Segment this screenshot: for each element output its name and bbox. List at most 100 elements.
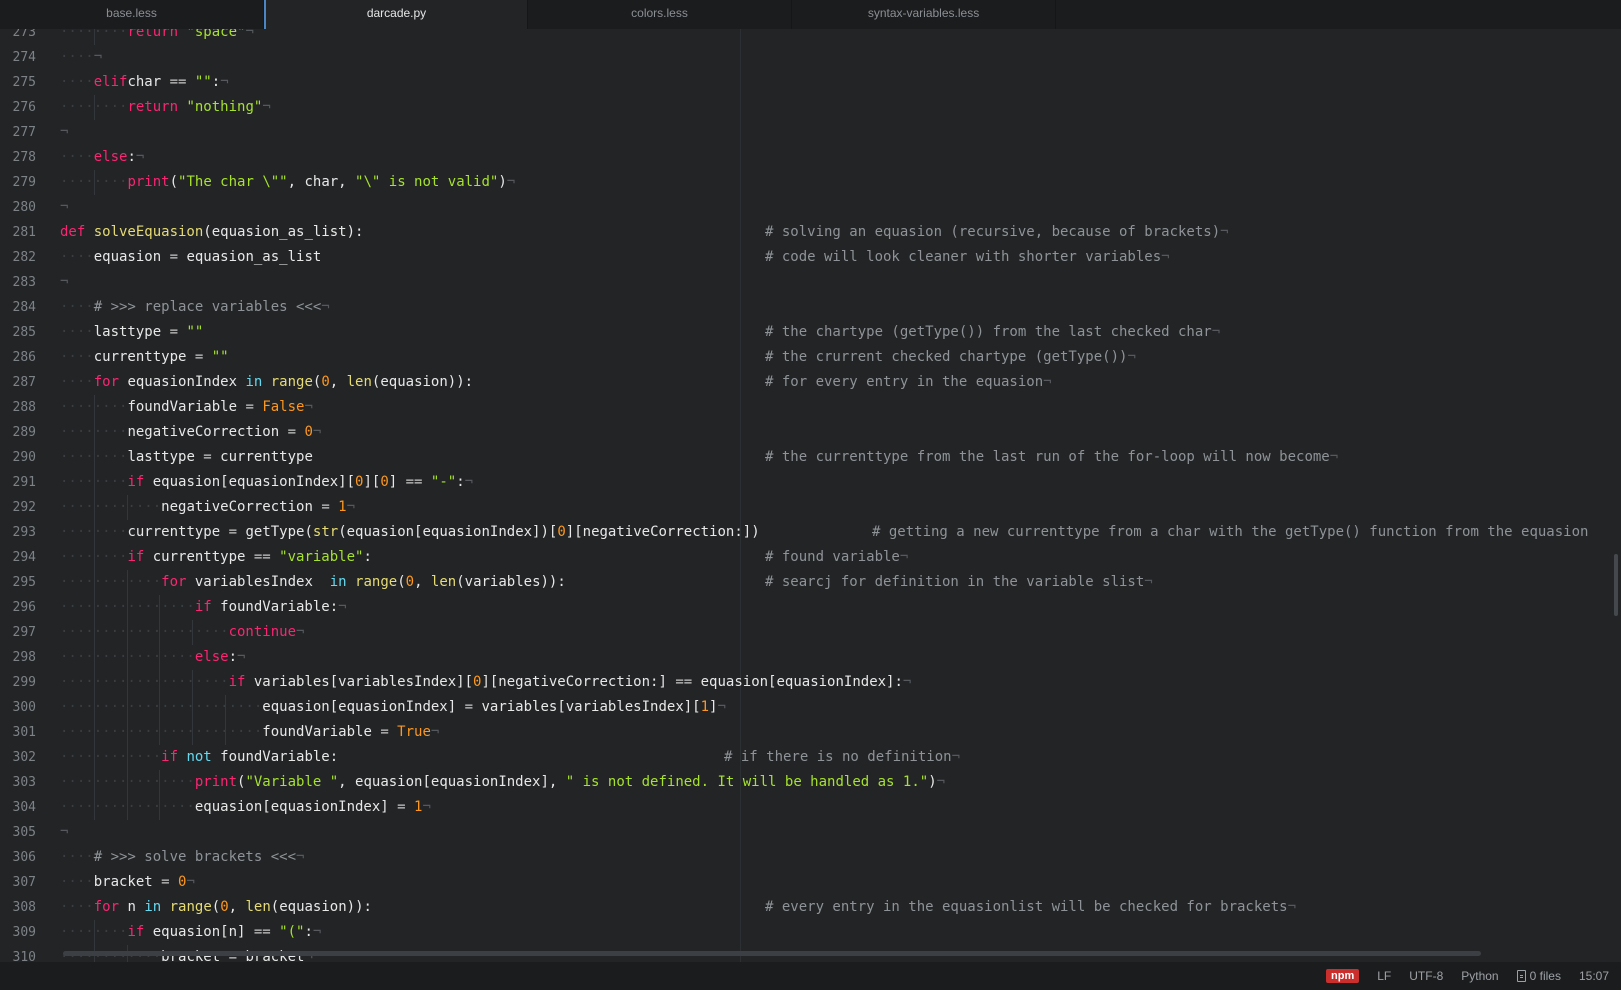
code-line[interactable]: 298 ················else:¬ <box>0 645 1621 670</box>
indent-dots: ···· <box>60 299 94 315</box>
code-line[interactable]: 280 ¬ <box>0 195 1621 220</box>
vertical-scrollbar[interactable] <box>1614 554 1618 616</box>
code-line[interactable]: 295 ············for variablesIndex in ran… <box>0 570 1621 595</box>
code-token: = <box>464 699 474 715</box>
npm-badge[interactable]: npm <box>1326 969 1360 983</box>
tab-syntax-variables-less[interactable]: syntax-variables.less <box>792 0 1056 29</box>
line-number: 287 <box>12 375 36 390</box>
line-number: 292 <box>12 500 36 515</box>
code-text: ····bracket = 0¬ <box>60 870 195 895</box>
line-number: 282 <box>12 250 36 265</box>
indent-dots: ········ <box>60 524 128 540</box>
code-line[interactable]: 307 ····bracket = 0¬ <box>0 870 1621 895</box>
code-text: ····equasion = equasion_as_list <box>60 245 321 270</box>
code-line[interactable]: 284 ····# >>> replace variables <<<¬ <box>0 295 1621 320</box>
indent-dots: ········ <box>60 474 128 490</box>
code-line[interactable]: 309 ········if equasion[n] == "(":¬ <box>0 920 1621 945</box>
indent-dots: ········ <box>60 924 128 940</box>
line-number: 288 <box>12 400 36 415</box>
code-line[interactable]: 296 ················if foundVariable:¬ <box>0 595 1621 620</box>
inline-comment: # the chartype (getType()) from the last… <box>765 320 1220 345</box>
code-line[interactable]: 291 ········if equasion[equasionIndex][0]… <box>0 470 1621 495</box>
code-text: ········foundVariable = False¬ <box>60 395 313 420</box>
code-token: (equasion)): <box>270 899 372 915</box>
code-line[interactable]: 306 ····# >>> solve brackets <<<¬ <box>0 845 1621 870</box>
comment-text: # found variable <box>765 549 900 565</box>
code-token: ( <box>211 899 221 915</box>
code-line[interactable]: 294 ········if currenttype == "variable":… <box>0 545 1621 570</box>
eol-marker: ¬ <box>1287 899 1297 915</box>
code-token: "" <box>203 349 229 365</box>
tab-darcade-py[interactable]: darcade.py <box>264 0 528 29</box>
code-token: = <box>203 449 212 465</box>
code-line[interactable]: 303 ················print("Variable ", eq… <box>0 770 1621 795</box>
eol-marker: ¬ <box>321 299 330 315</box>
code-text: ············for variablesIndex in range(… <box>60 570 566 595</box>
file-count[interactable]: 0 files <box>1516 969 1561 983</box>
tab-colors-less[interactable]: colors.less <box>528 0 792 29</box>
eol-marker: ¬ <box>304 399 313 415</box>
eol-marker: ¬ <box>464 474 474 490</box>
code-line[interactable]: 278 ····else:¬ <box>0 145 1621 170</box>
code-token: "-" <box>422 474 457 490</box>
code-line[interactable]: 285 ····lasttype = "" # the chartype (getT… <box>0 320 1621 345</box>
code-token: n <box>119 899 145 915</box>
code-line[interactable]: 305 ¬ <box>0 820 1621 845</box>
code-line[interactable]: 302 ············if not foundVariable: # if… <box>0 745 1621 770</box>
code-line[interactable]: 288 ········foundVariable = False¬ <box>0 395 1621 420</box>
code-line[interactable]: 286 ····currenttype = "" # the crurrent ch… <box>0 345 1621 370</box>
encoding-indicator[interactable]: UTF-8 <box>1409 969 1443 983</box>
code-line[interactable]: 276 ········return "nothing"¬ <box>0 95 1621 120</box>
code-line[interactable]: 293 ········currenttype = getType(str(equ… <box>0 520 1621 545</box>
indent-dots: ················ <box>60 649 195 665</box>
code-text: ····for n in range(0, len(equasion)): <box>60 895 372 920</box>
code-token: currenttype <box>211 449 313 465</box>
code-token: = <box>321 499 330 515</box>
code-token: "Variable " <box>245 774 339 790</box>
code-token: negativeCorrection <box>161 499 322 515</box>
line-number: 309 <box>12 925 36 940</box>
code-line[interactable]: 273 ········return "space"¬ <box>0 29 1621 45</box>
code-token: len <box>245 899 271 915</box>
code-line[interactable]: 300 ························equasion[equa… <box>0 695 1621 720</box>
code-line[interactable]: 297 ····················continue¬ <box>0 620 1621 645</box>
code-line[interactable]: 287 ····for equasionIndex in range(0, len… <box>0 370 1621 395</box>
tab-base-less[interactable]: base.less <box>0 0 264 29</box>
code-line[interactable]: 275 ····elifchar == "":¬ <box>0 70 1621 95</box>
code-line[interactable]: 283 ¬ <box>0 270 1621 295</box>
code-line[interactable]: 308 ····for n in range(0, len(equasion)):… <box>0 895 1621 920</box>
grammar-indicator[interactable]: Python <box>1461 969 1498 983</box>
comment-text: # code will look cleaner with shorter va… <box>765 249 1162 265</box>
line-number: 290 <box>12 450 36 465</box>
line-number: 300 <box>12 700 36 715</box>
code-text: ········lasttype = currenttype <box>60 445 313 470</box>
code-line[interactable]: 299 ····················if variables[vari… <box>0 670 1621 695</box>
code-line[interactable]: 274 ····¬ <box>0 45 1621 70</box>
code-text: ················else:¬ <box>60 645 245 670</box>
indent-dots: ···· <box>60 349 94 365</box>
code-token: 1 <box>405 799 423 815</box>
line-number: 293 <box>12 525 36 540</box>
code-line[interactable]: 277 ¬ <box>0 120 1621 145</box>
code-editor[interactable]: 273 ········return "space"¬ 274 ····¬ 275 ···… <box>0 29 1621 962</box>
inline-comment: # found variable¬ <box>765 545 908 570</box>
code-token: getType( <box>237 524 313 540</box>
code-line[interactable]: 304 ················equasion[equasionInde… <box>0 795 1621 820</box>
code-line[interactable]: 290 ········lasttype = currenttype # the c… <box>0 445 1621 470</box>
code-line[interactable]: 289 ········negativeCorrection = 0¬ <box>0 420 1621 445</box>
code-line[interactable]: 301 ························foundVariable… <box>0 720 1621 745</box>
code-token: = <box>169 249 179 265</box>
code-line[interactable]: 281 def solveEquasion(equasion_as_list): #… <box>0 220 1621 245</box>
code-line[interactable]: 282 ····equasion = equasion_as_list # code… <box>0 245 1621 270</box>
code-line[interactable]: 279 ········print("The char \"", char, "\… <box>0 170 1621 195</box>
indent-dots: ········ <box>60 399 128 415</box>
line-number: 304 <box>12 800 36 815</box>
line-ending-indicator[interactable]: LF <box>1377 969 1391 983</box>
code-line[interactable]: 292 ············negativeCorrection = 1¬ <box>0 495 1621 520</box>
line-number: 302 <box>12 750 36 765</box>
horizontal-scrollbar[interactable] <box>63 951 1481 956</box>
indent-dots: ········ <box>60 549 128 565</box>
indent-dots: ···· <box>60 874 94 890</box>
eol-marker: ¬ <box>135 149 145 165</box>
code-token: if <box>228 674 246 690</box>
